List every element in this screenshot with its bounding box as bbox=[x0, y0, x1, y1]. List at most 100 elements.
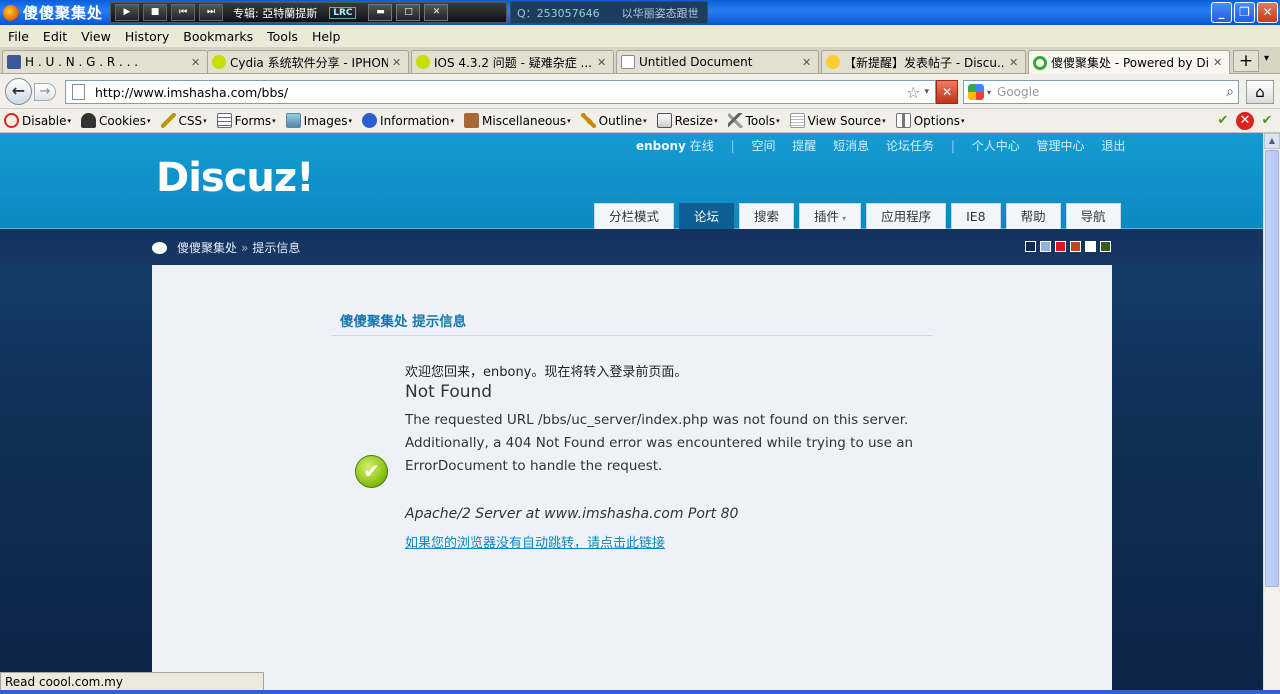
nav-ie8[interactable]: IE8 bbox=[951, 203, 1001, 229]
menu-tools[interactable]: Tools bbox=[267, 29, 298, 44]
tab-close-icon[interactable]: ✕ bbox=[1213, 56, 1223, 69]
lrc-button[interactable]: LRC bbox=[329, 6, 357, 19]
player-restore-icon[interactable]: □ bbox=[396, 4, 421, 21]
nav-help[interactable]: 帮助 bbox=[1005, 203, 1061, 229]
css-valid-icon[interactable]: ✔ bbox=[1214, 112, 1232, 130]
dev-resize[interactable]: Resize ▾ bbox=[656, 113, 718, 128]
maximize-button[interactable]: ❐ bbox=[1234, 2, 1255, 23]
link-space[interactable]: 空间 bbox=[751, 139, 775, 153]
dev-css[interactable]: CSS ▾ bbox=[160, 113, 207, 128]
stop-button[interactable]: ✕ bbox=[936, 80, 958, 104]
scroll-up-icon[interactable]: ▲ bbox=[1264, 133, 1280, 149]
menu-view[interactable]: View bbox=[81, 29, 111, 44]
tab-facebook[interactable]: H . U . N . G . R . . . ✕ bbox=[2, 50, 208, 73]
loading-icon bbox=[416, 55, 430, 69]
back-button[interactable]: ← bbox=[5, 78, 32, 105]
menu-file[interactable]: File bbox=[8, 29, 29, 44]
dev-outline[interactable]: Outline ▾ bbox=[580, 113, 647, 128]
dev-tools[interactable]: Tools ▾ bbox=[727, 113, 780, 128]
search-box[interactable]: ▾ Google ⌕ bbox=[963, 80, 1239, 104]
nav-navigation[interactable]: 导航 bbox=[1065, 203, 1121, 229]
bookmark-star-icon[interactable]: ☆ bbox=[906, 83, 920, 102]
search-input[interactable]: Google bbox=[997, 85, 1226, 99]
forward-button[interactable]: → bbox=[34, 83, 56, 101]
swatch-navy[interactable] bbox=[1025, 241, 1036, 252]
dev-view-source[interactable]: View Source ▾ bbox=[789, 113, 886, 128]
tab-close-icon[interactable]: ✕ bbox=[802, 56, 812, 69]
dropdown-icon: ▾ bbox=[961, 116, 965, 125]
swatch-orange[interactable] bbox=[1070, 241, 1081, 252]
tab-ios[interactable]: IOS 4.3.2 问题 - 疑难杂症 ... ✕ bbox=[411, 50, 614, 73]
tab-close-icon[interactable]: ✕ bbox=[191, 56, 201, 69]
web-developer-toolbar: Disable ▾ Cookies ▾ CSS ▾ Forms ▾ Images ▾ In… bbox=[0, 109, 1280, 133]
home-button[interactable]: ⌂ bbox=[1246, 80, 1274, 104]
link-tasks[interactable]: 论坛任务 bbox=[886, 139, 934, 153]
discuz-logo[interactable]: Discuz! bbox=[156, 155, 314, 201]
tab-close-icon[interactable]: ✕ bbox=[1009, 56, 1019, 69]
player-minimize-icon[interactable]: ▬ bbox=[368, 4, 393, 21]
link-messages[interactable]: 短消息 bbox=[833, 139, 869, 153]
url-bar[interactable]: http://www.imshasha.com/bbs/ ☆ ▾ bbox=[65, 80, 936, 104]
tab-close-icon[interactable]: ✕ bbox=[392, 56, 402, 69]
swatch-white[interactable] bbox=[1085, 241, 1096, 252]
redirect-link[interactable]: 如果您的浏览器没有自动跳转，请点击此链接 bbox=[405, 532, 925, 551]
tab-list-icon[interactable]: ▾ bbox=[1264, 53, 1269, 64]
dev-forms[interactable]: Forms ▾ bbox=[216, 113, 276, 128]
menu-bookmarks[interactable]: Bookmarks bbox=[183, 29, 253, 44]
menu-help[interactable]: Help bbox=[312, 29, 341, 44]
tab-untitled[interactable]: Untitled Document ✕ bbox=[616, 50, 819, 73]
dev-images[interactable]: Images ▾ bbox=[285, 113, 352, 128]
swatch-green[interactable] bbox=[1100, 241, 1111, 252]
next-icon[interactable]: ⏭ bbox=[199, 4, 223, 21]
tools-icon bbox=[727, 113, 743, 128]
tab-new-reminder[interactable]: 【新提醒】发表帖子 - Discu... ✕ bbox=[821, 50, 1026, 73]
outline-icon bbox=[580, 113, 596, 128]
play-icon[interactable]: ▶ bbox=[115, 4, 139, 21]
dev-disable[interactable]: Disable ▾ bbox=[4, 113, 71, 128]
player-close-icon[interactable]: ✕ bbox=[424, 4, 449, 21]
nav-forum[interactable]: 论坛 bbox=[679, 203, 735, 229]
search-engine-dropdown-icon[interactable]: ▾ bbox=[987, 88, 991, 97]
breadcrumb-home[interactable]: 傻傻聚集处 bbox=[177, 239, 237, 256]
username-link[interactable]: enbony bbox=[636, 139, 686, 153]
menu-edit[interactable]: Edit bbox=[43, 29, 67, 44]
menu-history[interactable]: History bbox=[125, 29, 169, 44]
facebook-icon bbox=[7, 55, 21, 69]
minimize-button[interactable]: _ bbox=[1211, 2, 1232, 23]
new-tab-button[interactable]: + bbox=[1233, 50, 1259, 72]
swatch-red[interactable] bbox=[1055, 241, 1066, 252]
js-valid-icon[interactable]: ✔ bbox=[1258, 112, 1276, 130]
dev-options[interactable]: Options ▾ bbox=[895, 113, 965, 128]
link-profile-center[interactable]: 个人中心 bbox=[972, 139, 1020, 153]
nav-search[interactable]: 搜索 bbox=[739, 203, 795, 229]
vertical-scrollbar[interactable]: ▲ bbox=[1263, 133, 1280, 690]
dev-cookies[interactable]: Cookies ▾ bbox=[81, 113, 151, 128]
url-input[interactable]: http://www.imshasha.com/bbs/ bbox=[95, 85, 906, 100]
search-icon[interactable]: ⌕ bbox=[1226, 84, 1234, 100]
speech-bubble-icon bbox=[152, 241, 167, 254]
options-icon bbox=[895, 113, 911, 128]
url-dropdown-icon[interactable]: ▾ bbox=[924, 87, 929, 97]
forms-icon bbox=[216, 113, 232, 128]
link-logout[interactable]: 退出 bbox=[1101, 139, 1125, 153]
google-icon[interactable] bbox=[968, 84, 984, 100]
dev-information[interactable]: Information ▾ bbox=[362, 113, 454, 128]
tab-cydia[interactable]: Cydia 系统软件分享 - IPHON... ✕ bbox=[207, 50, 409, 73]
previous-icon[interactable]: ⏮ bbox=[171, 4, 195, 21]
nav-column-mode[interactable]: 分栏模式 bbox=[594, 203, 675, 229]
html-error-icon[interactable]: ✕ bbox=[1236, 112, 1254, 130]
online-status[interactable]: 在线 bbox=[690, 139, 714, 153]
nav-plugins[interactable]: 插件 ▾ bbox=[799, 203, 862, 229]
swatch-light-blue[interactable] bbox=[1040, 241, 1051, 252]
dev-label: View Source bbox=[807, 113, 882, 128]
scrollbar-thumb[interactable] bbox=[1265, 150, 1279, 587]
link-reminders[interactable]: 提醒 bbox=[792, 139, 816, 153]
link-admin-center[interactable]: 管理中心 bbox=[1037, 139, 1085, 153]
tab-close-icon[interactable]: ✕ bbox=[597, 56, 607, 69]
qq-widget: Q：253057646 以华丽姿态跟世 bbox=[510, 1, 708, 24]
nav-apps[interactable]: 应用程序 bbox=[866, 203, 947, 229]
dev-miscellaneous[interactable]: Miscellaneous ▾ bbox=[464, 113, 571, 128]
close-button[interactable]: ✕ bbox=[1257, 2, 1278, 23]
tab-active-forum[interactable]: 傻傻聚集处 - Powered by Di... ✕ bbox=[1028, 50, 1230, 74]
stop-icon[interactable]: ■ bbox=[143, 4, 167, 21]
